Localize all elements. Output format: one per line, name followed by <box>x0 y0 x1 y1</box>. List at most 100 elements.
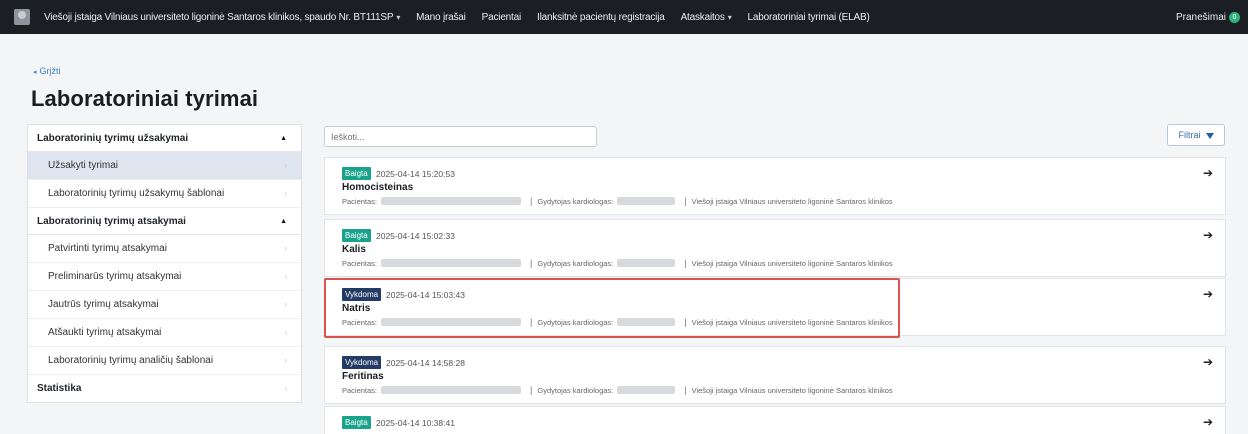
chevron-right-icon: › <box>284 189 287 198</box>
sidebar-item-label: Preliminarūs tyrimų atsakymai <box>48 271 182 282</box>
arrow-right-icon[interactable]: ➔ <box>1203 355 1213 369</box>
card-timestamp: 2025-04-14 10:38:41 <box>376 418 455 428</box>
doctor-label: Gydytojas kardiologas: <box>537 196 614 206</box>
sidebar-item-label: Jautrūs tyrimų atsakymai <box>48 299 159 310</box>
page-title: Laboratoriniai tyrimai <box>31 86 259 111</box>
status-badge: Vykdoma <box>342 356 382 369</box>
sidebar-section-responses[interactable]: Laboratorinių tyrimų atsakymai ▲ <box>28 208 301 235</box>
org-name: Viešoji įstaiga Vilniaus universiteto li… <box>691 385 893 395</box>
patient-label: Pacientas: <box>342 196 378 206</box>
test-card[interactable]: Baigta 2025-04-14 15:02:33 Kalis Pacient… <box>324 219 1226 277</box>
sidebar: Laboratorinių tyrimų užsakymai ▲ Užsakyt… <box>27 124 302 403</box>
meta-separator: | <box>684 385 687 395</box>
patient-label: Pacientas: <box>342 258 378 268</box>
nav-my-records[interactable]: Mano įrašai <box>416 12 466 23</box>
collapse-icon: ▲ <box>280 217 287 225</box>
card-meta: Pacientas: | Gydytojas kardiologas: | Vieš… <box>342 196 893 206</box>
nav-institution[interactable]: Viešoji įstaiga Vilniaus universiteto li… <box>44 12 400 23</box>
sidebar-item-ordered-tests[interactable]: Užsakyti tyrimai › <box>28 152 301 180</box>
test-card[interactable]: Vykdoma 2025-04-14 14:58:28 Feritinas Pa… <box>324 346 1226 404</box>
nav-institution-label: Viešoji įstaiga Vilniaus universiteto li… <box>44 11 394 23</box>
sidebar-section-orders[interactable]: Laboratorinių tyrimų užsakymai ▲ <box>28 125 301 152</box>
card-meta: Pacientas: | Gydytojas kardiologas: | Vieš… <box>342 385 893 395</box>
chevron-left-icon: ◂ <box>33 69 37 76</box>
doctor-label: Gydytojas kardiologas: <box>537 317 614 327</box>
card-title: Homocisteinas <box>342 182 414 193</box>
org-name: Viešoji įstaiga Vilniaus universiteto li… <box>691 258 893 268</box>
back-link[interactable]: ◂ Grįžti <box>33 66 61 76</box>
card-meta: Pacientas: | Gydytojas kardiologas: | Vieš… <box>342 317 893 327</box>
nav-lab-tests[interactable]: Laboratoriniai tyrimai (ELAB) <box>748 12 870 23</box>
sidebar-item-label: Patvirtinti tyrimų atsakymai <box>48 243 167 254</box>
arrow-right-icon[interactable]: ➔ <box>1203 228 1213 242</box>
notifications-count-badge: 0 <box>1229 11 1240 23</box>
meta-separator: | <box>530 317 533 327</box>
sidebar-item-sensitive[interactable]: Jautrūs tyrimų atsakymai › <box>28 291 301 319</box>
nav-reports[interactable]: Ataskaitos ▾ <box>681 12 732 23</box>
nav-patients[interactable]: Pacientai <box>482 12 522 23</box>
sidebar-item-order-templates[interactable]: Laboratorinių tyrimų užsakymų šablonai › <box>28 180 301 208</box>
redacted-patient <box>381 197 522 205</box>
card-meta: Pacientas: | Gydytojas kardiologas: | Vieš… <box>342 258 893 268</box>
meta-separator: | <box>684 317 687 327</box>
sidebar-item-preliminary[interactable]: Preliminarūs tyrimų atsakymai › <box>28 263 301 291</box>
back-link-label: Grįžti <box>39 66 61 76</box>
meta-separator: | <box>530 258 533 268</box>
sidebar-section-label: Laboratorinių tyrimų užsakymai <box>37 132 189 144</box>
arrow-right-icon[interactable]: ➔ <box>1203 287 1213 301</box>
chevron-right-icon: › <box>284 384 287 393</box>
user-avatar-icon[interactable] <box>14 9 30 25</box>
patient-label: Pacientas: <box>342 385 378 395</box>
patient-label: Pacientas: <box>342 317 378 327</box>
chevron-right-icon: › <box>284 161 287 170</box>
status-badge: Baigta <box>342 229 371 242</box>
chevron-right-icon: › <box>284 272 287 281</box>
notifications-label: Pranešimai <box>1175 11 1226 23</box>
sidebar-item-confirmed[interactable]: Patvirtinti tyrimų atsakymai › <box>28 235 301 263</box>
collapse-icon: ▲ <box>280 134 287 142</box>
sidebar-section-label: Statistika <box>37 383 82 394</box>
arrow-right-icon[interactable]: ➔ <box>1203 166 1213 180</box>
meta-separator: | <box>684 196 687 206</box>
sidebar-item-analysis-templates[interactable]: Laboratorinių tyrimų analičių šablonai › <box>28 347 301 375</box>
card-title: Kalis <box>342 244 366 255</box>
meta-separator: | <box>530 385 533 395</box>
sidebar-section-statistics[interactable]: Statistika › <box>28 375 301 402</box>
search-input[interactable] <box>324 126 597 147</box>
sidebar-section-label: Laboratorinių tyrimų atsakymai <box>37 215 186 227</box>
card-title: Feritinas <box>342 371 384 382</box>
redacted-patient <box>381 386 522 394</box>
redacted-patient <box>381 259 522 267</box>
doctor-label: Gydytojas kardiologas: <box>537 258 614 268</box>
filter-label: Filtrai <box>1178 130 1201 140</box>
test-card[interactable]: Baigta 2025-04-14 15:20:53 Homocisteinas… <box>324 157 1226 215</box>
test-card[interactable]: Baigta 2025-04-14 10:38:41 ➔ <box>324 406 1226 434</box>
test-card[interactable]: Vykdoma 2025-04-14 15:03:43 Natris Pacie… <box>324 278 1226 338</box>
sidebar-item-label: Užsakyti tyrimai <box>48 160 119 171</box>
sidebar-item-label: Laboratorinių tyrimų analičių šablonai <box>48 355 214 366</box>
sidebar-item-label: Laboratorinių tyrimų užsakymų šablonai <box>48 188 225 199</box>
chevron-right-icon: › <box>284 244 287 253</box>
sidebar-item-cancelled[interactable]: Atšaukti tyrimų atsakymai › <box>28 319 301 347</box>
funnel-icon <box>1205 133 1214 139</box>
card-timestamp: 2025-04-14 15:03:43 <box>386 290 465 300</box>
meta-separator: | <box>684 258 687 268</box>
card-timestamp: 2025-04-14 14:58:28 <box>386 358 465 368</box>
arrow-right-icon[interactable]: ➔ <box>1203 415 1213 429</box>
notifications[interactable]: Pranešimai 0 <box>1176 0 1240 34</box>
chevron-down-icon: ▾ <box>396 12 401 22</box>
nav-patient-registration[interactable]: Ilanksitnė pacientų registracija <box>537 12 665 23</box>
card-title: Natris <box>342 303 371 314</box>
status-badge: Vykdoma <box>342 288 382 301</box>
highlight-box <box>324 278 900 338</box>
nav-reports-label: Ataskaitos <box>680 11 725 23</box>
org-name: Viešoji įstaiga Vilniaus universiteto li… <box>691 317 893 327</box>
redacted-doctor <box>617 318 676 326</box>
filter-button[interactable]: Filtrai <box>1167 124 1225 146</box>
chevron-right-icon: › <box>284 300 287 309</box>
top-navbar: Viešoji įstaiga Vilniaus universiteto li… <box>0 0 1248 34</box>
chevron-right-icon: › <box>284 328 287 337</box>
org-name: Viešoji įstaiga Vilniaus universiteto li… <box>691 196 893 206</box>
sidebar-item-label: Atšaukti tyrimų atsakymai <box>48 327 162 338</box>
doctor-label: Gydytojas kardiologas: <box>537 385 614 395</box>
